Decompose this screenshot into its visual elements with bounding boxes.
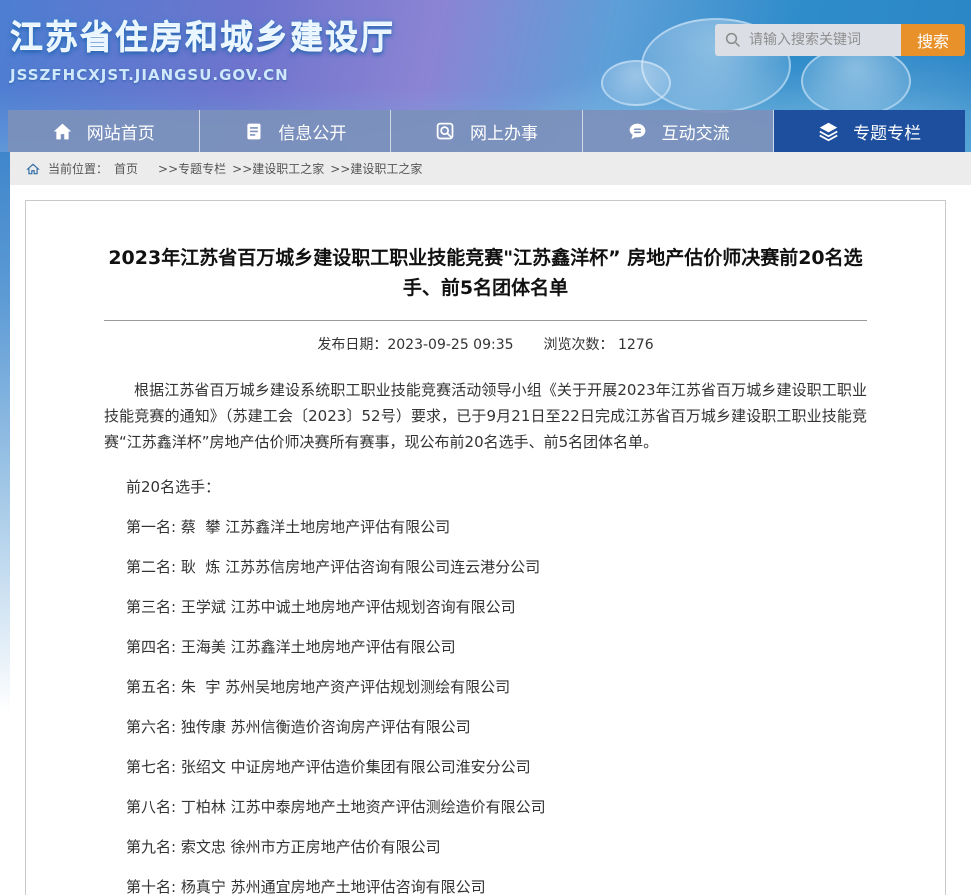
nav-item-info-disclosure[interactable]: 信息公开 xyxy=(200,110,392,152)
rank-item: 第二名: 耿 炼 江苏苏信房地产评估咨询有限公司连云港分公司 xyxy=(104,560,867,575)
site-header: 江苏省住房和城乡建设厅 JSSZFHCXJST.JIANGSU.GOV.CN 搜… xyxy=(0,0,971,152)
search-input[interactable] xyxy=(715,24,901,56)
rank-item: 第九名: 索文忠 徐州市方正房地产估价有限公司 xyxy=(104,840,867,855)
views-label: 浏览次数： xyxy=(544,337,614,353)
rank-item: 第一名: 蔡 攀 江苏鑫洋土地房地产评估有限公司 xyxy=(104,520,867,535)
nav-item-label: 网站首页 xyxy=(87,119,155,144)
left-accent-stripe xyxy=(0,152,10,742)
nav-item-special-columns[interactable]: 专题专栏 xyxy=(774,110,965,152)
nav-item-home[interactable]: 网站首页 xyxy=(8,110,200,152)
breadcrumb: 当前位置： 首页 >>专题专栏 >>建设职工之家 >>建设职工之家 xyxy=(0,152,971,185)
nav-item-label: 网上办事 xyxy=(470,119,538,144)
search-input-wrap xyxy=(715,24,901,56)
search-button[interactable]: 搜索 xyxy=(901,24,965,56)
main-nav: 网站首页 信息公开 网上办事 xyxy=(8,110,965,152)
online-service-icon xyxy=(435,121,456,142)
document-icon xyxy=(243,121,264,142)
nav-item-label: 互动交流 xyxy=(662,119,730,144)
article-card: 2023年江苏省百万城乡建设职工职业技能竞赛"江苏鑫洋杯” 房地产估价师决赛前2… xyxy=(25,200,946,895)
rank-item: 第十名: 杨真宁 苏州通宜房地产土地评估咨询有限公司 xyxy=(104,880,867,895)
page: 江苏省住房和城乡建设厅 JSSZFHCXJST.JIANGSU.GOV.CN 搜… xyxy=(0,0,971,895)
home-icon xyxy=(52,121,73,142)
building-dome-decor xyxy=(601,60,671,106)
breadcrumb-item-special-columns[interactable]: >>专题专栏 xyxy=(158,160,226,177)
article-meta: 发布日期：2023-09-25 09:35 浏览次数： 1276 xyxy=(104,334,867,354)
publish-date-value: 2023-09-25 09:35 xyxy=(387,337,513,353)
rank-item: 第三名: 王学斌 江苏中诚土地房地产评估规划咨询有限公司 xyxy=(104,600,867,615)
building-dome-decor xyxy=(801,46,911,116)
layers-icon xyxy=(818,121,839,142)
brand: 江苏省住房和城乡建设厅 JSSZFHCXJST.JIANGSU.GOV.CN xyxy=(10,10,395,84)
search-bar: 搜索 xyxy=(715,24,965,56)
breadcrumb-item-home[interactable]: 首页 xyxy=(114,160,138,177)
rank-item: 第六名: 独传康 苏州信衡造价咨询房产评估有限公司 xyxy=(104,720,867,735)
breadcrumb-item-workers-home-2[interactable]: >>建设职工之家 xyxy=(330,160,422,177)
publish-date-label: 发布日期： xyxy=(317,337,387,353)
chat-icon xyxy=(627,121,648,142)
site-title: 江苏省住房和城乡建设厅 xyxy=(10,10,395,58)
rank-item: 第八名: 丁柏林 江苏中泰房地产土地资产评估测绘造价有限公司 xyxy=(104,800,867,815)
article-title: 2023年江苏省百万城乡建设职工职业技能竞赛"江苏鑫洋杯” 房地产估价师决赛前2… xyxy=(104,243,867,303)
views-value: 1276 xyxy=(618,337,654,353)
rank-item: 第四名: 王海美 江苏鑫洋土地房地产评估有限公司 xyxy=(104,640,867,655)
nav-item-online-service[interactable]: 网上办事 xyxy=(391,110,583,152)
nav-item-label: 信息公开 xyxy=(278,119,346,144)
nav-item-label: 专题专栏 xyxy=(853,119,921,144)
search-icon xyxy=(724,31,742,49)
breadcrumb-prefix: 当前位置： xyxy=(48,160,108,177)
rank-item: 第五名: 朱 宇 苏州吴地房地产资产评估规划测绘有限公司 xyxy=(104,680,867,695)
rank-item: 第七名: 张绍文 中证房地产评估造价集团有限公司淮安分公司 xyxy=(104,760,867,775)
breadcrumb-item-workers-home[interactable]: >>建设职工之家 xyxy=(232,160,324,177)
breadcrumb-home-icon xyxy=(26,162,40,176)
site-url: JSSZFHCXJST.JIANGSU.GOV.CN xyxy=(10,66,395,84)
rank-list-heading: 前20名选手： xyxy=(104,480,867,495)
nav-item-interaction[interactable]: 互动交流 xyxy=(583,110,775,152)
article-paragraph: 根据江苏省百万城乡建设系统职工职业技能竞赛活动领导小组《关于开展2023年江苏省… xyxy=(104,377,867,455)
title-divider xyxy=(104,320,867,321)
